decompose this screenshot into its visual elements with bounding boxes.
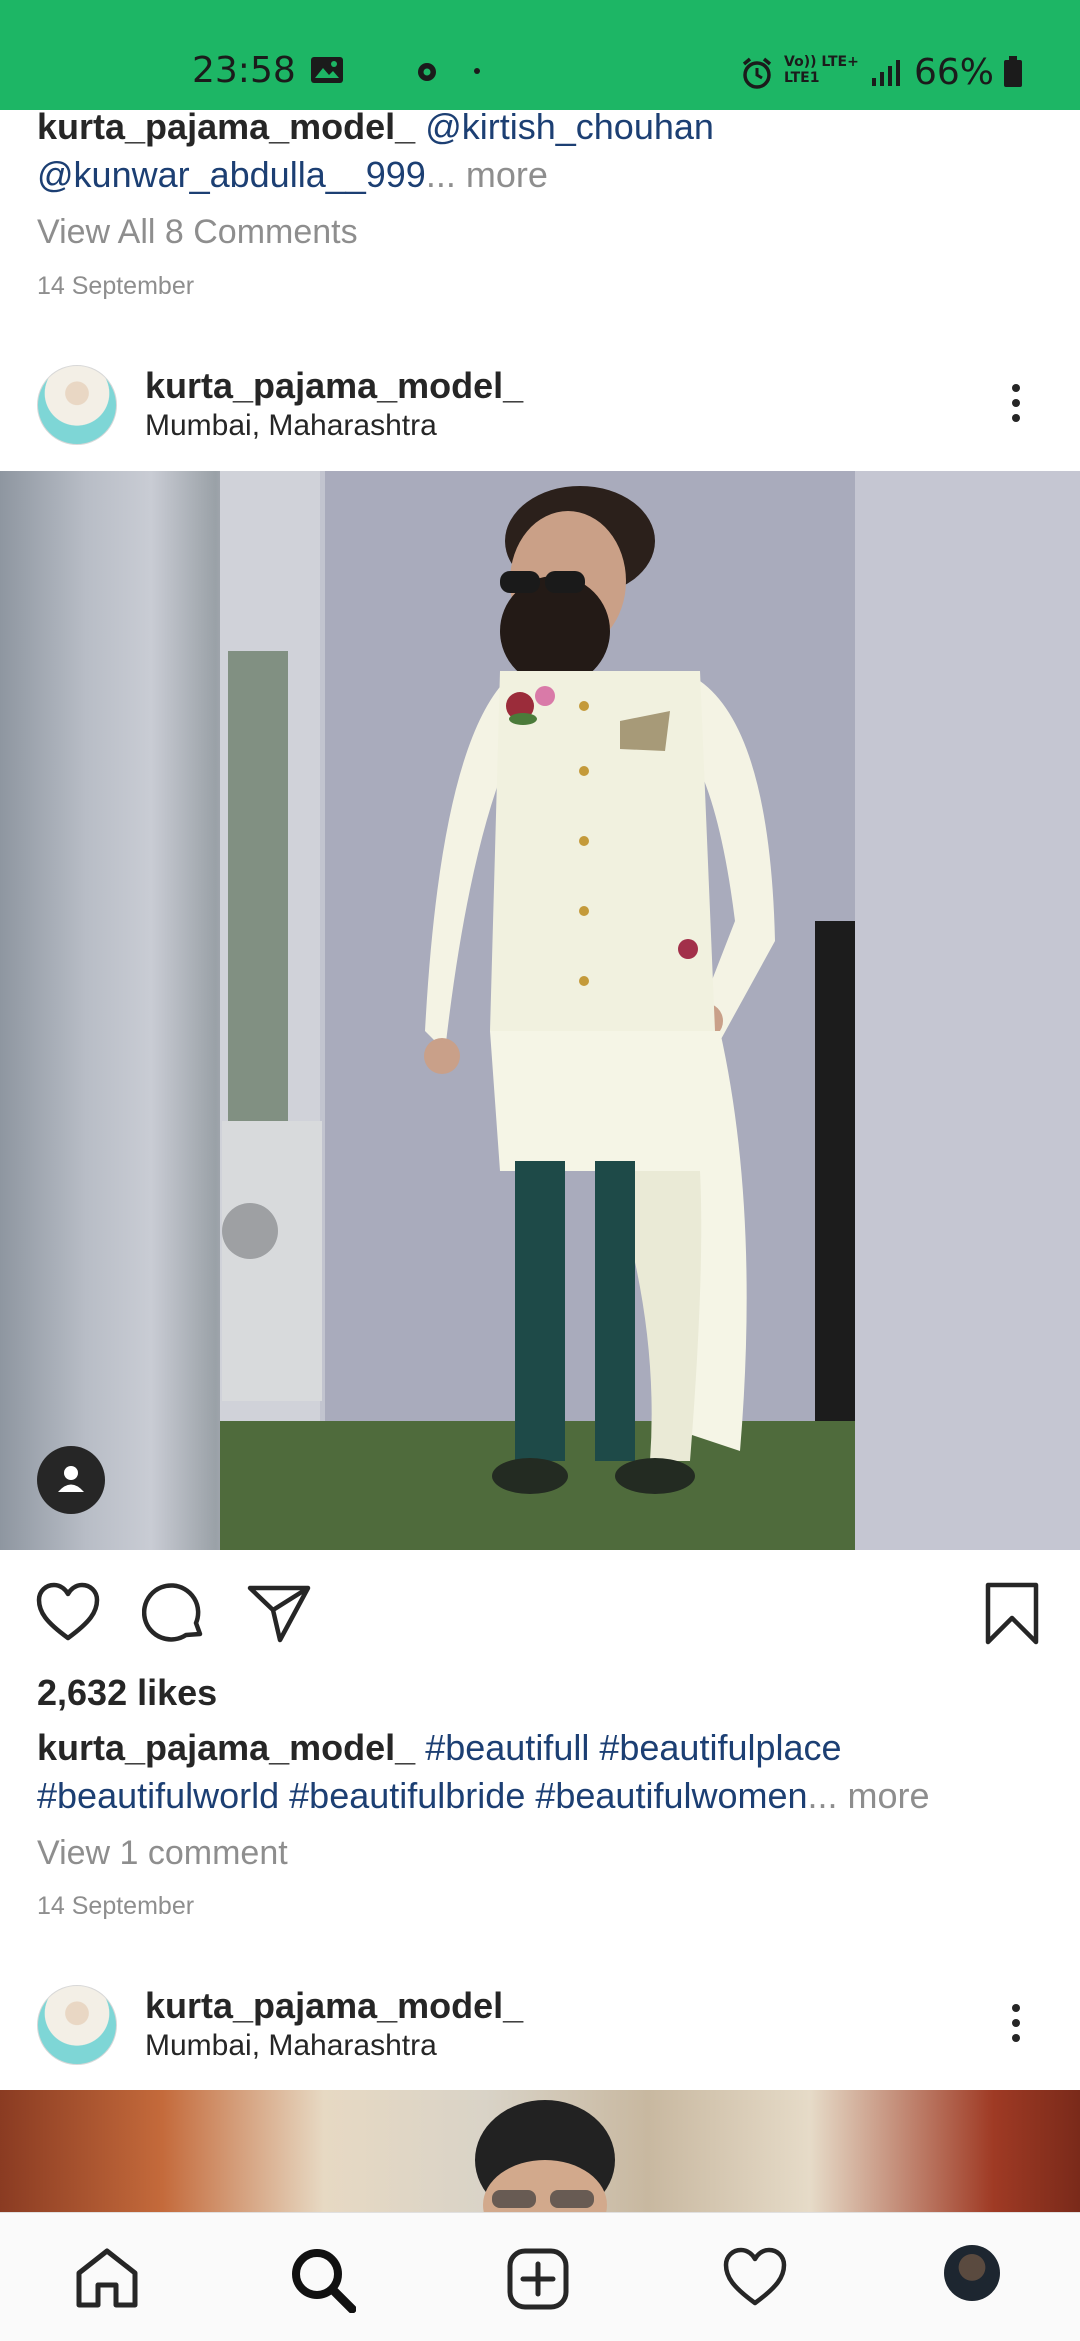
post-date: 14 September bbox=[37, 272, 195, 300]
post-username[interactable]: kurta_pajama_model_ bbox=[145, 1985, 523, 2027]
prev-caption-line-1: kurta_pajama_model_ @kirtish_chouhan bbox=[37, 106, 714, 148]
post-location[interactable]: Mumbai, Maharashtra bbox=[145, 409, 437, 443]
comment-icon[interactable] bbox=[142, 1582, 206, 1644]
home-icon[interactable] bbox=[74, 2247, 140, 2309]
hashtag-links[interactable]: #beautifulworld #beautifulbride #beautif… bbox=[37, 1775, 808, 1816]
post-photo-illustration bbox=[220, 471, 1080, 1550]
post-date: 14 September bbox=[37, 1892, 195, 1920]
avatar[interactable] bbox=[37, 1985, 117, 2065]
battery-icon bbox=[1004, 56, 1022, 87]
status-bar: 23:58 Vo)) LTE+ LTE1 66% bbox=[0, 0, 1080, 110]
gear-icon bbox=[418, 63, 436, 81]
view-comments-link[interactable]: View All 8 Comments bbox=[37, 213, 358, 252]
bookmark-icon[interactable] bbox=[984, 1582, 1040, 1646]
send-icon[interactable] bbox=[246, 1582, 312, 1644]
notification-dot bbox=[474, 68, 480, 74]
profile-avatar[interactable] bbox=[944, 2245, 1000, 2301]
caption-username[interactable]: kurta_pajama_model_ bbox=[37, 106, 415, 147]
caption-line-2: #beautifulworld #beautifulbride #beautif… bbox=[37, 1775, 930, 1817]
post-location[interactable]: Mumbai, Maharashtra bbox=[145, 2029, 437, 2063]
more-options-icon[interactable] bbox=[1000, 1999, 1032, 2051]
search-icon[interactable] bbox=[290, 2247, 356, 2313]
caption-username[interactable]: kurta_pajama_model_ bbox=[37, 1727, 415, 1768]
network-top-label: Vo)) LTE+ bbox=[784, 54, 859, 70]
next-photo-illustration bbox=[475, 2100, 615, 2212]
caption-line-1: kurta_pajama_model_ #beautifull #beautif… bbox=[37, 1727, 842, 1769]
more-link[interactable]: ... more bbox=[808, 1775, 930, 1816]
alarm-icon bbox=[742, 57, 772, 89]
person-icon bbox=[58, 1466, 84, 1492]
battery-percent: 66% bbox=[914, 52, 995, 93]
post-actions bbox=[0, 1570, 1080, 1660]
status-time: 23:58 bbox=[192, 50, 296, 91]
more-options-icon[interactable] bbox=[1000, 379, 1032, 431]
post-username[interactable]: kurta_pajama_model_ bbox=[145, 365, 523, 407]
bottom-navigation bbox=[0, 2212, 1080, 2341]
heart-icon[interactable] bbox=[722, 2247, 788, 2309]
network-bottom-label: LTE1 bbox=[784, 70, 820, 86]
view-comments-link[interactable]: View 1 comment bbox=[37, 1834, 288, 1873]
more-link[interactable]: ... more bbox=[426, 154, 548, 195]
post-header: kurta_pajama_model_ Mumbai, Maharashtra bbox=[0, 345, 1080, 465]
mention-link[interactable]: @kirtish_chouhan bbox=[425, 106, 714, 147]
signal-icon bbox=[872, 60, 900, 86]
likes-count[interactable]: 2,632 likes bbox=[37, 1672, 217, 1714]
prev-caption-line-2: @kunwar_abdulla__999... more bbox=[37, 154, 548, 196]
heart-icon[interactable] bbox=[36, 1582, 100, 1644]
next-post-header: kurta_pajama_model_ Mumbai, Maharashtra bbox=[0, 1965, 1080, 2085]
hashtag-links[interactable]: #beautifull #beautifulplace bbox=[425, 1727, 841, 1768]
gallery-icon bbox=[311, 57, 343, 83]
next-post-image[interactable] bbox=[0, 2090, 1080, 2212]
network-indicator: Vo)) LTE+ LTE1 bbox=[784, 54, 859, 86]
post-image[interactable] bbox=[0, 471, 1080, 1550]
avatar[interactable] bbox=[37, 365, 117, 445]
plus-square-icon[interactable] bbox=[506, 2247, 570, 2311]
mention-link[interactable]: @kunwar_abdulla__999 bbox=[37, 154, 426, 195]
tagged-people-button[interactable] bbox=[37, 1446, 105, 1514]
